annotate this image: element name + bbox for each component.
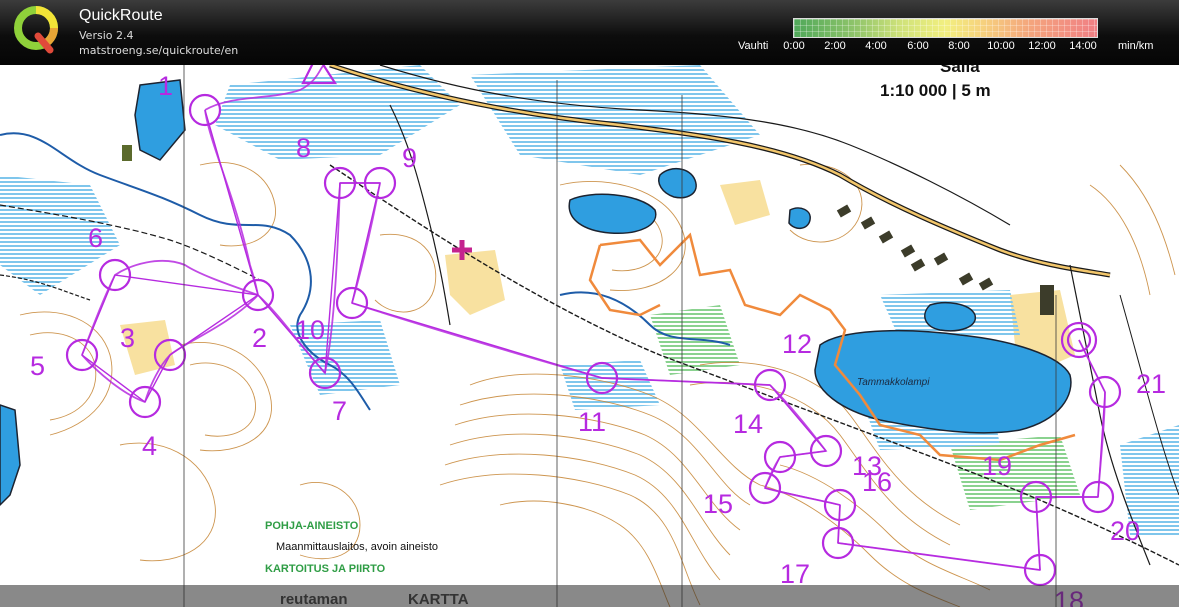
control-number-12: 12 bbox=[782, 329, 812, 359]
credit-base-source: Maanmittauslaitos, avoin aineisto bbox=[276, 541, 439, 553]
control-number-14: 14 bbox=[733, 409, 763, 439]
control-number-10: 10 bbox=[295, 315, 325, 345]
lake-label: Tammakkolampi bbox=[857, 377, 930, 388]
control-number-16: 16 bbox=[862, 467, 892, 497]
app-url[interactable]: matstroeng.se/quickroute/en bbox=[79, 44, 238, 57]
footer-logo-reutaman: reutaman bbox=[280, 591, 348, 608]
pace-tick: 6:00 bbox=[907, 40, 929, 52]
pace-tick: 14:00 bbox=[1069, 40, 1097, 52]
control-number-2: 2 bbox=[252, 323, 267, 353]
app-name: QuickRoute bbox=[79, 7, 163, 24]
pace-tick: 0:00 bbox=[783, 40, 805, 52]
credit-mapping-heading: KARTOITUS JA PIIRTO bbox=[265, 563, 386, 575]
pace-scale-label: Vauhti bbox=[738, 40, 769, 52]
app-version: Versio 2.4 bbox=[79, 29, 134, 42]
control-number-21: 21 bbox=[1136, 369, 1166, 399]
app-header: QuickRoute Versio 2.4 matstroeng.se/quic… bbox=[0, 0, 1179, 65]
pace-color-scale bbox=[793, 18, 1098, 38]
control-number-8: 8 bbox=[296, 133, 311, 163]
control-number-4: 4 bbox=[142, 431, 157, 461]
map-scale: 1:10 000 | 5 m bbox=[880, 81, 991, 100]
control-number-1: 1 bbox=[158, 71, 173, 101]
control-number-6: 6 bbox=[88, 223, 103, 253]
pace-tick: 8:00 bbox=[948, 40, 970, 52]
control-number-19: 19 bbox=[982, 451, 1012, 481]
control-number-5: 5 bbox=[30, 351, 45, 381]
buildings bbox=[122, 145, 1054, 315]
credit-base-heading: POHJA-AINEISTO bbox=[265, 520, 359, 532]
footer-logo-kartta: KARTTA bbox=[408, 591, 469, 608]
control-number-15: 15 bbox=[703, 489, 733, 519]
footer-strip bbox=[0, 585, 1179, 607]
map-canvas: 1 2 3 4 5 6 7 8 9 10 11 12 13 14 15 16 1… bbox=[0, 65, 1179, 607]
control-number-20: 20 bbox=[1110, 516, 1140, 546]
pace-unit: min/km bbox=[1118, 40, 1154, 52]
quickroute-logo-icon bbox=[14, 6, 59, 54]
map-title: Salla bbox=[940, 65, 980, 76]
pace-tick: 12:00 bbox=[1028, 40, 1056, 52]
control-number-11: 11 bbox=[578, 407, 606, 437]
control-number-7: 7 bbox=[332, 396, 347, 426]
pace-tick: 2:00 bbox=[824, 40, 846, 52]
control-number-3: 3 bbox=[120, 323, 135, 353]
pace-tick: 10:00 bbox=[987, 40, 1015, 52]
orienteering-map[interactable]: 1 2 3 4 5 6 7 8 9 10 11 12 13 14 15 16 1… bbox=[0, 65, 1179, 607]
control-number-9: 9 bbox=[402, 143, 417, 173]
pace-tick: 4:00 bbox=[865, 40, 887, 52]
